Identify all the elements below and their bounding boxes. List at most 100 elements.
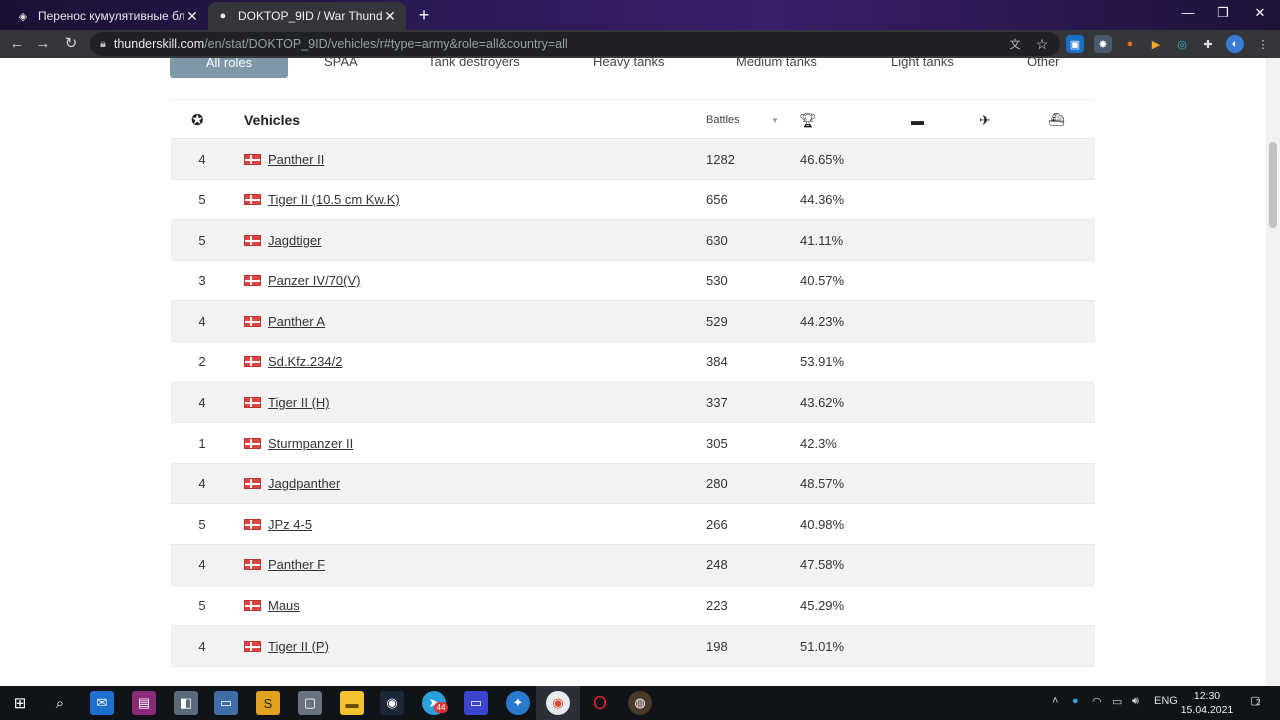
app-icon[interactable]: ▭ — [214, 691, 238, 715]
role-tab-other[interactable]: Other — [1027, 58, 1060, 69]
germany-flag-icon — [244, 640, 261, 652]
trophy-icon[interactable]: 🏆︎ — [799, 100, 817, 140]
address-bar[interactable]: 🔒︎ thunderskill.com /en/stat/DOKTOP_9ID/… — [90, 32, 1060, 56]
vehicle-link[interactable]: Panther F — [268, 557, 325, 572]
mail-icon[interactable]: ✉ — [90, 691, 114, 715]
system-clock[interactable]: 12:30 15.04.2021 — [1178, 689, 1236, 717]
vehicle-link[interactable]: Panzer IV/70(V) — [268, 273, 361, 288]
windows-taskbar: ⊞ ⌕ ✉ ▤ ◧ ▭ S ▢ ▬ ◉ ➤ 44 ▭ ✦ ◉ O ◍ ˄ ● ◠… — [0, 686, 1280, 720]
tank-icon[interactable]: ▬ — [911, 100, 924, 140]
extension-icon[interactable]: ✸ — [1094, 35, 1112, 53]
close-tab-icon[interactable]: ✕ — [184, 8, 200, 25]
translate-icon[interactable]: 文 — [1006, 35, 1024, 53]
vehicle-link[interactable]: Tiger II (H) — [268, 395, 330, 410]
rank-star-icon[interactable]: ✪ — [191, 100, 204, 140]
app-icon[interactable]: ◧ — [174, 691, 198, 715]
table-row-partial — [171, 667, 1095, 686]
tray-telegram-icon[interactable]: ● — [1072, 695, 1079, 707]
role-tab-tank-destroyers[interactable]: Tank destroyers — [428, 58, 520, 69]
vehicle-cell: Tiger II (H) — [244, 383, 330, 423]
battles-cell: 530 — [706, 273, 728, 289]
close-window-icon[interactable]: ✕ — [1242, 0, 1278, 28]
tab-title: DOKTOP_9ID / War Thunder play — [238, 9, 382, 23]
vehicles-table: ✪ Vehicles Battles ▼ 🏆︎ ▬ ✈ ⛴ 4 Panther … — [171, 99, 1095, 686]
battles-header[interactable]: Battles — [706, 100, 740, 140]
vehicle-link[interactable]: Jagdtiger — [268, 233, 321, 248]
rank-cell: 2 — [198, 354, 206, 370]
sublime-icon[interactable]: S — [256, 691, 280, 715]
new-tab-button[interactable]: + — [414, 5, 434, 25]
chrome-icon[interactable]: ◉ — [546, 691, 570, 715]
extension-icon[interactable]: ◎ — [1173, 35, 1191, 53]
browser-toolbar: ← → ↻ 🔒︎ thunderskill.com /en/stat/DOKTO… — [0, 30, 1280, 58]
folder-icon[interactable]: ▬ — [340, 691, 364, 715]
vehicle-cell: Panzer IV/70(V) — [244, 261, 361, 301]
sort-desc-icon[interactable]: ▼ — [771, 100, 779, 140]
wifi-icon[interactable]: ◠ — [1092, 695, 1102, 708]
close-tab-icon[interactable]: ✕ — [382, 8, 398, 25]
vehicle-link[interactable]: Maus — [268, 598, 300, 613]
battles-cell: 529 — [706, 313, 728, 329]
plane-icon[interactable]: ✈ — [979, 100, 991, 140]
vehicle-link[interactable]: Tiger II (P) — [268, 639, 329, 654]
vehicle-link[interactable]: Sd.Kfz.234/2 — [268, 354, 342, 369]
volume-icon[interactable]: 🔊︎ — [1132, 695, 1139, 708]
vehicles-header[interactable]: Vehicles — [244, 100, 300, 140]
windows-start-icon[interactable]: ⊞ — [8, 691, 32, 715]
germany-flag-icon — [244, 397, 261, 409]
battles-cell: 337 — [706, 395, 728, 411]
vehicle-link[interactable]: Panther II — [268, 152, 324, 167]
vehicle-cell: Tiger II (10.5 cm Kw.K) — [244, 180, 400, 220]
page-scrollbar[interactable] — [1266, 58, 1280, 686]
battles-cell: 280 — [706, 476, 728, 492]
back-icon[interactable]: ← — [6, 33, 28, 55]
tab-active[interactable]: ● DOKTOP_9ID / War Thunder play ✕ — [208, 2, 406, 30]
steam-icon[interactable]: ◉ — [380, 691, 404, 715]
vehicle-link[interactable]: Sturmpanzer II — [268, 436, 353, 451]
vehicle-link[interactable]: Tiger II (10.5 cm Kw.K) — [268, 192, 400, 207]
opera-icon[interactable]: O — [588, 691, 612, 715]
vehicle-cell: Maus — [244, 586, 300, 626]
rank-cell: 5 — [198, 232, 206, 248]
battles-cell: 305 — [706, 435, 728, 451]
role-tab-spaa[interactable]: SPAA — [324, 58, 358, 69]
profile-avatar[interactable]: ◐ — [1226, 35, 1244, 53]
restore-icon[interactable]: ❐ — [1205, 0, 1241, 28]
extensions-puzzle-icon[interactable]: ✚ — [1199, 35, 1217, 53]
page-content: All roles SPAA Tank destroyers Heavy tan… — [0, 58, 1266, 686]
role-tab-all[interactable]: All roles — [170, 58, 288, 78]
app-icon[interactable]: ▭ — [464, 691, 488, 715]
germany-flag-icon — [244, 559, 261, 571]
role-tab-medium-tanks[interactable]: Medium tanks — [736, 58, 817, 69]
app-icon[interactable]: ◍ — [628, 691, 652, 715]
vehicle-link[interactable]: Panther A — [268, 314, 325, 329]
battery-icon[interactable]: ▭ — [1112, 695, 1122, 708]
ship-icon[interactable]: ⛴ — [1048, 100, 1065, 140]
menu-kebab-icon[interactable]: ⋮ — [1254, 35, 1272, 53]
app-icon[interactable]: ▢ — [298, 691, 322, 715]
extension-icon[interactable]: ● — [1121, 35, 1139, 53]
forward-icon[interactable]: → — [32, 33, 54, 55]
clock-date: 15.04.2021 — [1180, 704, 1234, 716]
battles-cell: 248 — [706, 557, 728, 573]
tab-inactive[interactable]: ◈ Перенос кумулятивные блок БР ✕ — [8, 2, 208, 30]
extension-icon[interactable]: ▣ — [1066, 35, 1084, 53]
search-icon[interactable]: ⌕ — [48, 691, 72, 715]
rank-cell: 4 — [198, 557, 206, 573]
germany-flag-icon — [244, 315, 261, 327]
scrollbar-thumb[interactable] — [1269, 142, 1277, 228]
winrar-icon[interactable]: ▤ — [132, 691, 156, 715]
extension-icon[interactable]: ▶ — [1147, 35, 1165, 53]
tray-chevron-icon[interactable]: ˄ — [1052, 695, 1058, 707]
vehicle-link[interactable]: JPz 4-5 — [268, 517, 312, 532]
winrate-cell: 47.58% — [800, 557, 845, 573]
minimize-icon[interactable]: — — [1170, 0, 1206, 28]
bookmark-star-icon[interactable]: ☆ — [1033, 35, 1051, 53]
table-row: 4 Panther F 248 47.58% — [171, 544, 1095, 586]
vehicle-link[interactable]: Jagdpanther — [268, 476, 340, 491]
app-icon[interactable]: ✦ — [506, 691, 530, 715]
role-tab-light-tanks[interactable]: Light tanks — [891, 58, 954, 69]
role-tab-heavy-tanks[interactable]: Heavy tanks — [593, 58, 665, 69]
reload-icon[interactable]: ↻ — [60, 33, 82, 55]
language-indicator[interactable]: ENG — [1154, 695, 1178, 707]
